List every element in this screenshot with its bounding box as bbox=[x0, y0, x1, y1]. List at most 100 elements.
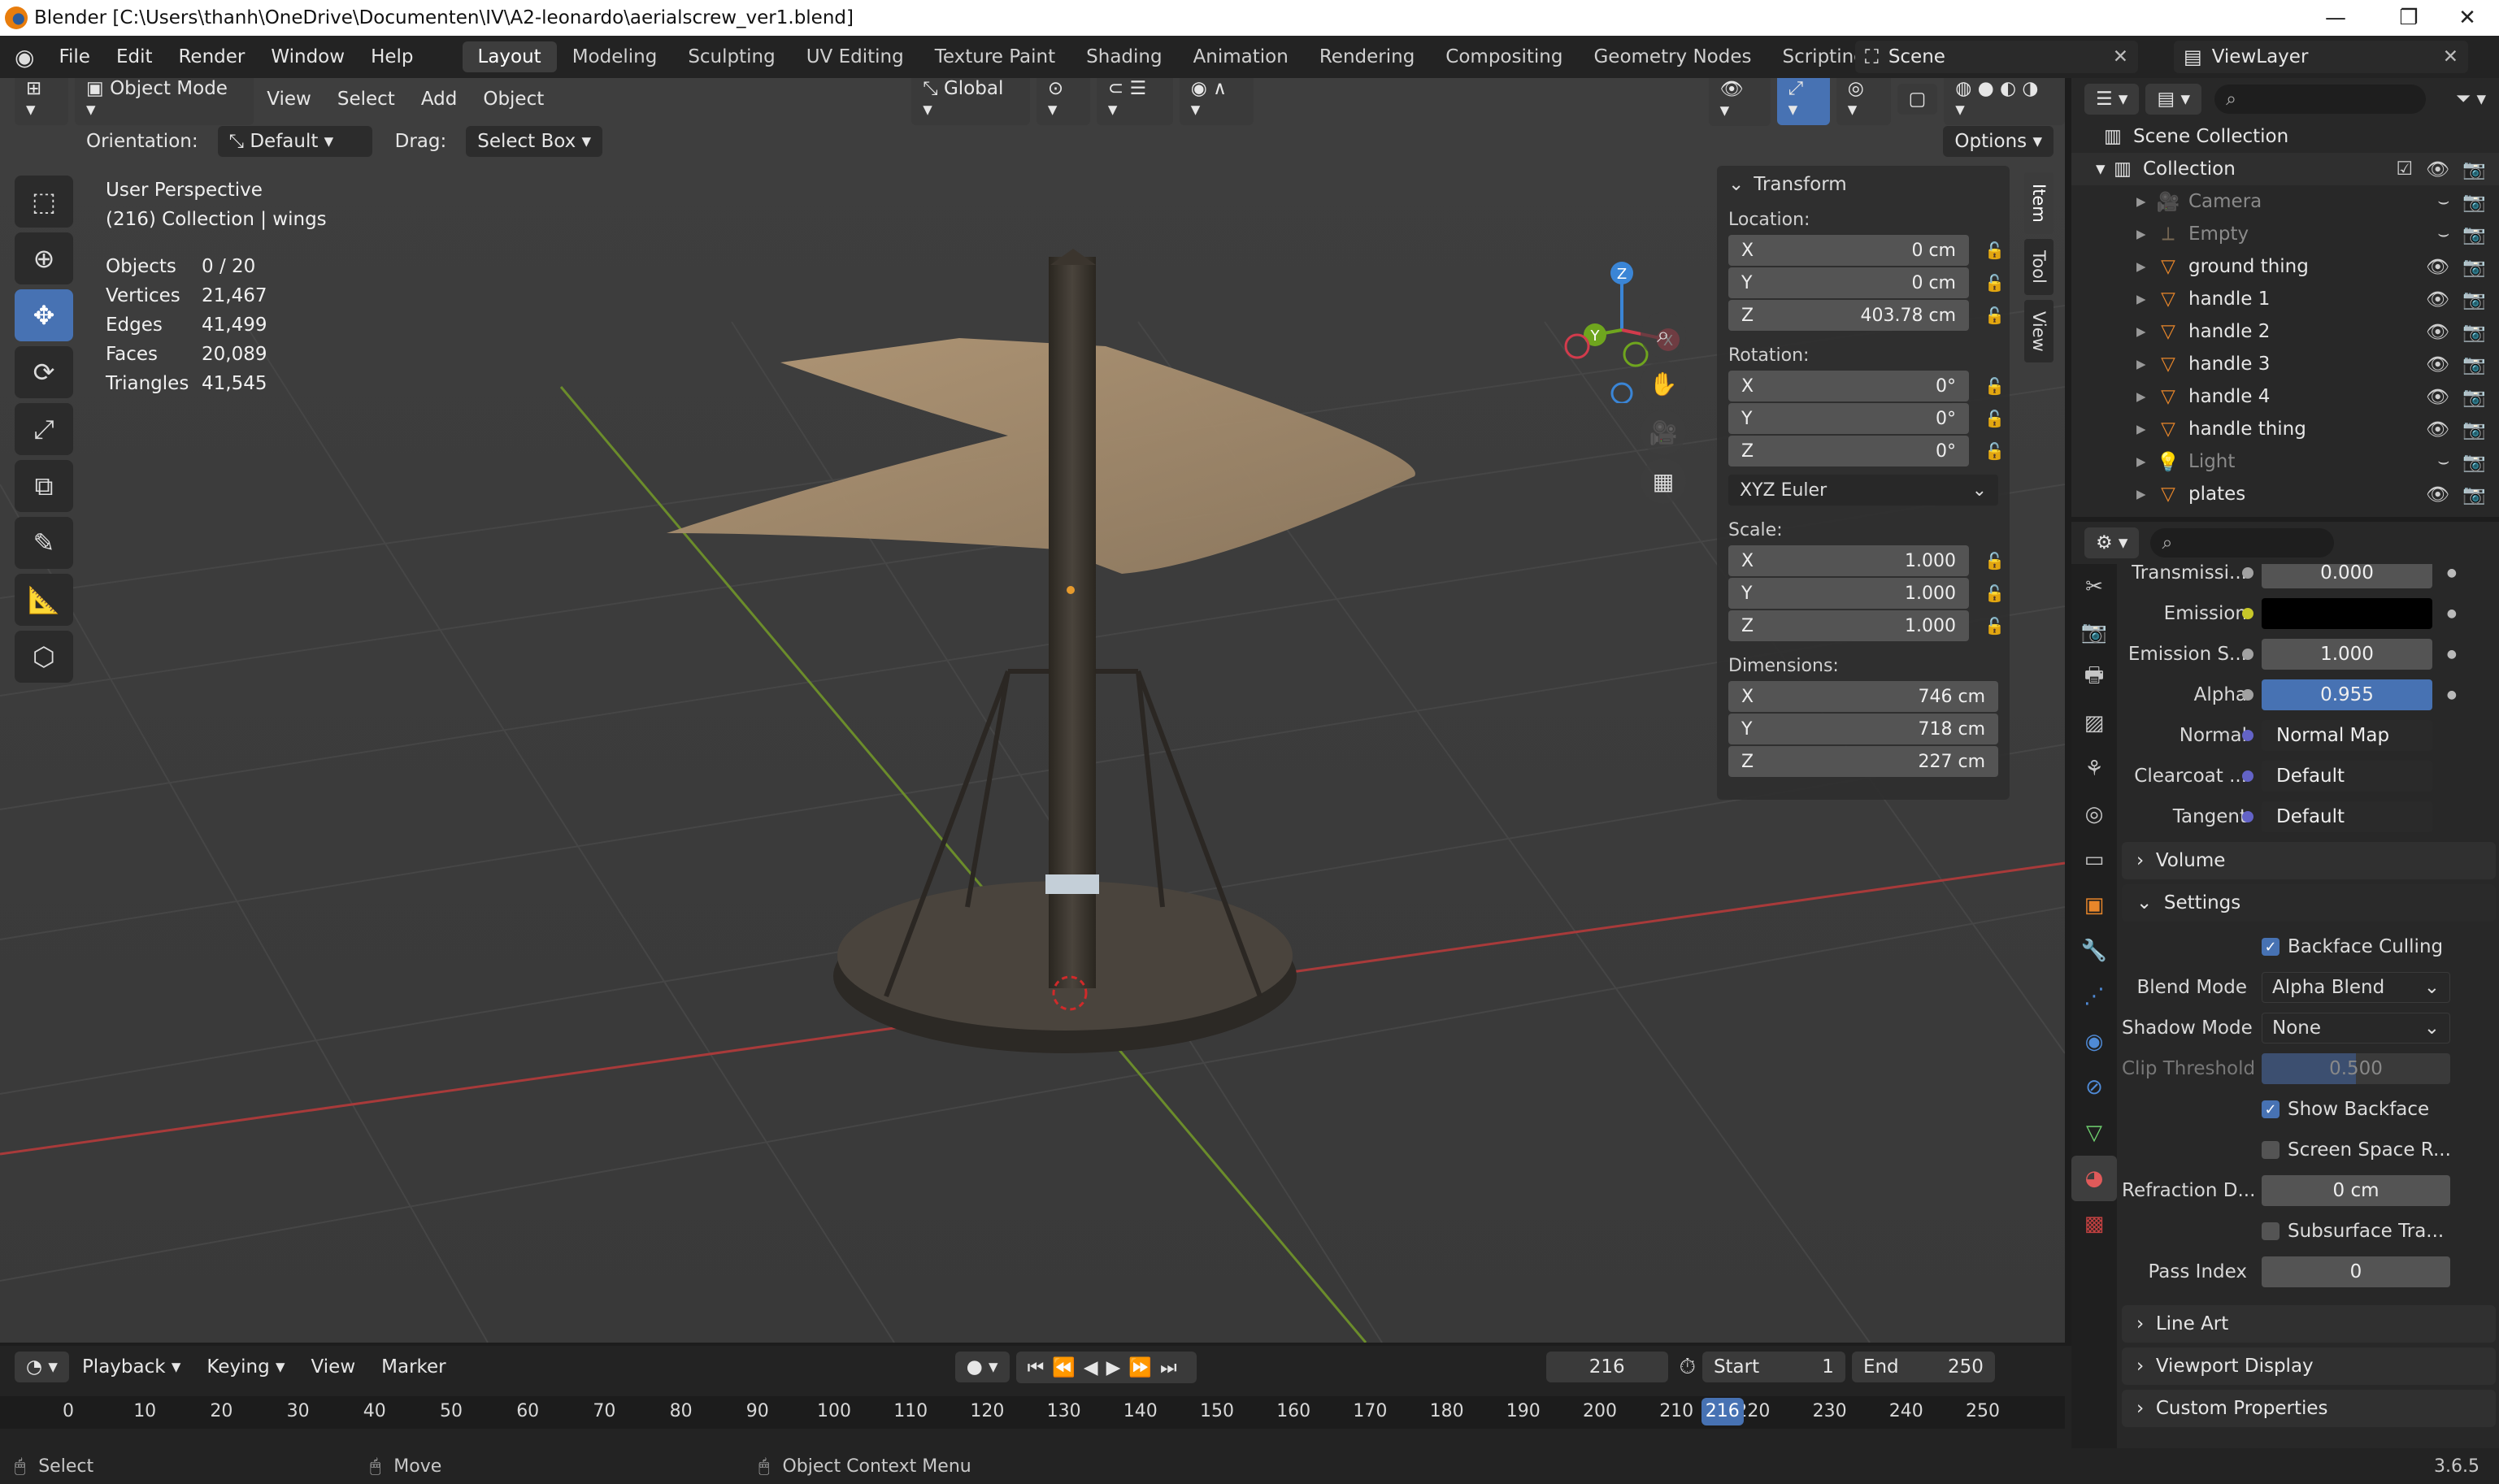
tab-layout[interactable]: Layout bbox=[462, 41, 557, 72]
view-layer-tab-icon[interactable]: ▨ bbox=[2071, 701, 2117, 746]
menu-keying[interactable]: Keying ▾ bbox=[193, 1356, 298, 1378]
rotation-z-field[interactable]: Z 0° 🔓 bbox=[1728, 436, 2005, 466]
camera-view-icon[interactable]: 🎥 bbox=[1641, 410, 1686, 455]
tab-texture-paint[interactable]: Texture Paint bbox=[919, 41, 1071, 72]
view-layer-close-icon[interactable]: ✕ bbox=[2443, 46, 2458, 67]
texture-tab-icon[interactable]: ▩ bbox=[2071, 1201, 2117, 1247]
outliner-item[interactable]: ▸ 🎥 Camera ⌣ 📷 bbox=[2071, 185, 2499, 218]
eye-icon[interactable]: 👁 bbox=[2426, 158, 2449, 180]
move-tool-icon[interactable]: ✥ bbox=[15, 289, 73, 341]
expand-icon[interactable]: ▸ bbox=[2136, 386, 2156, 407]
keyframe-dot-icon[interactable]: ● bbox=[2447, 566, 2457, 579]
tab-animation[interactable]: Animation bbox=[1178, 41, 1304, 72]
visibility-icon[interactable]: 👁 ▾ bbox=[1708, 78, 1771, 126]
tab-sculpting[interactable]: Sculpting bbox=[672, 41, 790, 72]
hidden-eye-icon[interactable]: ⌣ bbox=[2437, 191, 2449, 213]
particles-tab-icon[interactable]: ⋰ bbox=[2071, 974, 2117, 1019]
eye-icon[interactable]: 👁 bbox=[2426, 321, 2449, 343]
eye-icon[interactable]: 👁 bbox=[2426, 289, 2449, 310]
menu-window[interactable]: Window bbox=[258, 46, 358, 67]
location-x-field[interactable]: X0 cm 🔓 bbox=[1728, 235, 2005, 266]
menu-marker[interactable]: Marker bbox=[368, 1356, 459, 1378]
socket-dot-icon[interactable] bbox=[2242, 811, 2253, 822]
view-layer-selector[interactable]: ▤ ViewLayer ✕ bbox=[2174, 41, 2468, 73]
transform-header[interactable]: ⌄ Transform bbox=[1728, 174, 1998, 195]
start-frame-field[interactable]: Start 1 bbox=[1701, 1352, 1845, 1382]
expand-icon[interactable]: ▸ bbox=[2136, 354, 2156, 375]
keyframe-dot-icon[interactable]: ● bbox=[2447, 607, 2457, 620]
eye-icon[interactable]: 👁 bbox=[2426, 354, 2449, 375]
stopwatch-icon[interactable]: ⏱ bbox=[1680, 1355, 1696, 1380]
menu-playback[interactable]: Playback ▾ bbox=[69, 1356, 193, 1378]
lock-icon[interactable]: 🔓 bbox=[1984, 306, 2005, 325]
data-tab-icon[interactable]: ▽ bbox=[2071, 1110, 2117, 1156]
constraints-tab-icon[interactable]: ⊘ bbox=[2071, 1065, 2117, 1110]
dimensions-y-field[interactable]: Y 718 cm bbox=[1728, 714, 1998, 744]
hidden-eye-icon[interactable]: ⌣ bbox=[2437, 223, 2449, 245]
menu-select[interactable]: Select bbox=[324, 89, 408, 110]
camera-icon[interactable]: 📷 bbox=[2462, 289, 2486, 310]
rotation-mode-dropdown[interactable]: XYZ Euler ⌄ bbox=[1728, 475, 1998, 506]
shading-modes-icon[interactable]: ◍ ● ◐ ◑ ▾ bbox=[1944, 78, 2065, 125]
playhead-frame-indicator[interactable]: 216 bbox=[1701, 1398, 1744, 1425]
outliner-item[interactable]: ▸ ▽ plates 👁 📷 bbox=[2071, 478, 2499, 510]
collection-row[interactable]: ▾ ▥ Collection ☑ 👁 📷 bbox=[2071, 153, 2499, 185]
orientation-dropdown[interactable]: ⤡ Default ▾ bbox=[217, 126, 372, 157]
pass-index-field[interactable]: 0 bbox=[2262, 1256, 2450, 1287]
rotation-y-field[interactable]: Y 0° 🔓 bbox=[1728, 403, 2005, 434]
backface-culling-checkbox[interactable]: ✓ bbox=[2262, 938, 2280, 956]
expand-icon[interactable]: ▸ bbox=[2136, 223, 2156, 245]
properties-search-input[interactable]: ⌕ bbox=[2150, 528, 2335, 558]
tab-geometry-nodes[interactable]: Geometry Nodes bbox=[1578, 41, 1767, 72]
keyframe-dot-icon[interactable]: ● bbox=[2447, 648, 2457, 661]
annotate-tool-icon[interactable]: ✎ bbox=[15, 517, 73, 569]
lock-icon[interactable]: 🔓 bbox=[1984, 409, 2005, 428]
expand-icon[interactable]: ▸ bbox=[2136, 419, 2156, 440]
display-mode-icon[interactable]: ▤ ▾ bbox=[2145, 84, 2202, 115]
scene-close-icon[interactable]: ✕ bbox=[2113, 46, 2128, 67]
render-tab-icon[interactable]: 📷 bbox=[2071, 610, 2117, 655]
line-art-section[interactable]: › Line Art bbox=[2122, 1305, 2496, 1343]
mode-dropdown[interactable]: ▣ Object Mode ▾ bbox=[75, 78, 254, 125]
transform-tool-icon[interactable]: ⧉ bbox=[15, 460, 73, 512]
hidden-eye-icon[interactable]: ⌣ bbox=[2437, 451, 2449, 473]
outliner-item[interactable]: ▸ ▽ handle 1 👁 📷 bbox=[2071, 283, 2499, 315]
properties-editor-icon[interactable]: ⚙ ▾ bbox=[2084, 527, 2140, 558]
expand-icon[interactable]: ▸ bbox=[2136, 484, 2156, 505]
timeline-ruler[interactable]: 0 10 20 30 40 50 60 70 80 90 100 110 120 130 140 150 160… bbox=[0, 1396, 2065, 1429]
tab-tool[interactable]: Tool bbox=[2024, 238, 2054, 295]
expand-icon[interactable]: ▸ bbox=[2136, 321, 2156, 342]
close-button[interactable]: ✕ bbox=[2431, 0, 2499, 36]
tool-tab-icon[interactable]: ✂ bbox=[2071, 564, 2117, 610]
shader-input-field[interactable]: Default bbox=[2242, 801, 2432, 832]
tab-uv-editing[interactable]: UV Editing bbox=[791, 41, 919, 72]
keyframe-dot-icon[interactable]: ● bbox=[2447, 688, 2457, 701]
shader-input-field[interactable]: 0.955 ● bbox=[2242, 679, 2457, 710]
expand-icon[interactable]: ▸ bbox=[2136, 289, 2156, 310]
blender-menu-icon[interactable]: ◉ bbox=[15, 44, 34, 71]
transform-orientation-dropdown[interactable]: ⤡ Global ▾ bbox=[911, 78, 1030, 125]
tab-rendering[interactable]: Rendering bbox=[1304, 41, 1430, 72]
tab-shading[interactable]: Shading bbox=[1071, 41, 1177, 72]
show-backface-checkbox[interactable]: ✓ bbox=[2262, 1100, 2280, 1118]
outliner-item[interactable]: ▸ ▽ handle 2 👁 📷 bbox=[2071, 315, 2499, 348]
socket-dot-icon[interactable] bbox=[2242, 689, 2253, 701]
socket-dot-icon[interactable] bbox=[2242, 770, 2253, 782]
outliner-item[interactable]: ▸ ▽ handle 3 👁 📷 bbox=[2071, 348, 2499, 380]
camera-icon[interactable]: 📷 bbox=[2462, 191, 2486, 213]
end-frame-field[interactable]: End 250 bbox=[1851, 1352, 1995, 1382]
socket-dot-icon[interactable] bbox=[2242, 567, 2253, 579]
menu-help[interactable]: Help bbox=[358, 46, 426, 67]
editor-type-icon[interactable]: ⊞ ▾ bbox=[15, 78, 69, 125]
camera-icon[interactable]: 📷 bbox=[2462, 321, 2486, 343]
material-tab-icon[interactable]: ◕ bbox=[2071, 1156, 2117, 1201]
shadow-mode-dropdown[interactable]: None ⌄ bbox=[2262, 1013, 2450, 1044]
expand-icon[interactable]: ▸ bbox=[2136, 191, 2156, 212]
expand-icon[interactable]: ▸ bbox=[2136, 256, 2156, 277]
select-box-tool-icon[interactable]: ⬚ bbox=[15, 176, 73, 228]
tab-item[interactable]: Item bbox=[2024, 172, 2054, 234]
cursor-tool-icon[interactable]: ⊕ bbox=[15, 232, 73, 284]
3d-viewport[interactable]: ⊞ ▾ ▣ Object Mode ▾ View Select Add Obje… bbox=[0, 78, 2065, 1343]
camera-icon[interactable]: 📷 bbox=[2462, 484, 2486, 506]
scene-selector[interactable]: ⛶ Scene ✕ bbox=[1855, 41, 2138, 73]
